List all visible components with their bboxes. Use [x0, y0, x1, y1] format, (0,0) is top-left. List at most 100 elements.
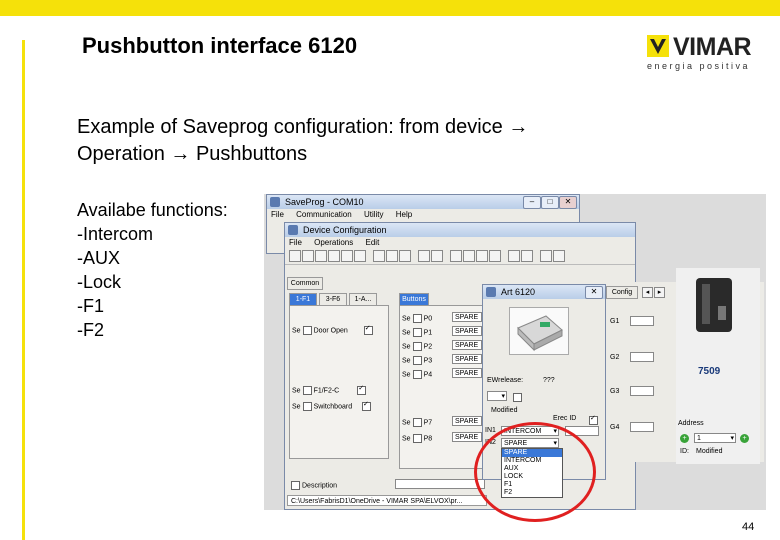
scroll-left-button[interactable]: ◂	[642, 287, 653, 298]
ewrelease-label: EWrelease:	[487, 377, 524, 384]
button-id: P7	[423, 419, 433, 427]
row-checkbox[interactable]	[302, 326, 312, 335]
art-modified-label: Modified	[491, 407, 518, 414]
function-item: -F1	[77, 296, 104, 316]
art-close-button[interactable]: ✕	[585, 286, 603, 299]
vimar-logo: VIMAR energia positiva	[645, 33, 755, 77]
logo-tagline: energia positiva	[647, 61, 751, 71]
file-path-bar: C:\Users\FabrisD1\OneDrive - VIMAR SPA\E…	[287, 495, 487, 506]
button-value-field[interactable]: SPARE	[452, 354, 482, 364]
function-item: -Lock	[77, 272, 122, 292]
paste-icon[interactable]	[399, 250, 411, 262]
description-input[interactable]	[395, 479, 485, 489]
menu-communication[interactable]: Communication	[296, 210, 352, 219]
button-row: Se P0	[402, 314, 433, 323]
confirm-button[interactable]: +	[740, 434, 749, 443]
row-checkbox[interactable]	[412, 434, 422, 443]
settings-icon[interactable]	[521, 250, 533, 262]
art-select[interactable]	[487, 391, 507, 402]
button-value-field[interactable]: SPARE	[452, 340, 482, 350]
minimize-button[interactable]: –	[523, 196, 541, 209]
top-accent-bar	[0, 0, 780, 16]
copy-icon[interactable]	[386, 250, 398, 262]
close-button[interactable]: ✕	[559, 196, 577, 209]
row-label: Se	[292, 327, 301, 335]
row-checkbox[interactable]	[412, 418, 422, 427]
button-row: Se P1	[402, 328, 433, 337]
menu-help[interactable]: Help	[396, 210, 412, 219]
erecid-label: Erec ID	[553, 415, 577, 422]
left-row: Se F1/F2-C	[292, 384, 368, 395]
g-row-field[interactable]	[630, 422, 654, 432]
device-config-title: Device Configuration	[303, 225, 387, 235]
tab-config[interactable]: Config	[606, 286, 638, 299]
row-checkbox[interactable]	[412, 370, 422, 379]
saveprog-menubar: File Communication Utility Help	[267, 209, 579, 220]
erecid-checkbox[interactable]	[589, 414, 598, 425]
tab-common[interactable]: Common	[287, 277, 323, 290]
button-id: P1	[423, 329, 433, 337]
description-checkbox[interactable]	[291, 481, 300, 490]
nav-last-icon[interactable]	[489, 250, 501, 262]
button-row: Se P4	[402, 370, 433, 379]
nav-prev-icon[interactable]	[463, 250, 475, 262]
nav-first-icon[interactable]	[450, 250, 462, 262]
refresh-icon[interactable]	[508, 250, 520, 262]
function-item: -AUX	[77, 248, 121, 268]
config-icon	[288, 225, 298, 235]
g-row-field[interactable]	[630, 352, 654, 362]
maximize-button[interactable]: □	[541, 196, 559, 209]
row-checkbox[interactable]	[412, 356, 422, 365]
button-id: P0	[423, 315, 433, 323]
g-row-label: G3	[610, 388, 620, 395]
address-select[interactable]: 1	[694, 433, 736, 444]
module-icon	[517, 315, 563, 352]
menu-file[interactable]: File	[289, 238, 302, 247]
row-name: Door Open	[313, 327, 348, 335]
intercom-device-icon	[696, 278, 732, 332]
add-button[interactable]: +	[680, 434, 689, 443]
row-enabled-checkbox[interactable]	[357, 384, 367, 395]
button-id: P4	[423, 371, 433, 379]
button-value-field[interactable]: SPARE	[452, 326, 482, 336]
row-enabled-checkbox[interactable]	[363, 324, 373, 335]
button-value-field[interactable]: SPARE	[452, 432, 482, 442]
row-enabled-checkbox[interactable]	[362, 400, 372, 411]
row-checkbox[interactable]	[412, 314, 422, 323]
menu-edit[interactable]: Edit	[366, 238, 380, 247]
g-row-field[interactable]	[630, 316, 654, 326]
new-icon[interactable]	[289, 250, 301, 262]
help-icon[interactable]	[540, 250, 552, 262]
menu-utility[interactable]: Utility	[364, 210, 384, 219]
menu-operations[interactable]: Operations	[314, 238, 353, 247]
button-value-field[interactable]: SPARE	[452, 312, 482, 322]
search-icon[interactable]	[418, 250, 430, 262]
info-icon[interactable]	[553, 250, 565, 262]
button-value-field[interactable]: SPARE	[452, 416, 482, 426]
row-checkbox[interactable]	[302, 386, 312, 395]
scroll-right-button[interactable]: ▸	[654, 287, 665, 298]
save-icon[interactable]	[315, 250, 327, 262]
function-item: -F2	[77, 320, 104, 340]
highlight-circle	[474, 422, 596, 522]
filter-icon[interactable]	[431, 250, 443, 262]
g-row-field[interactable]	[630, 386, 654, 396]
read-icon[interactable]	[341, 250, 353, 262]
row-checkbox[interactable]	[412, 328, 422, 337]
row-checkbox[interactable]	[412, 342, 422, 351]
saveprog-title: SaveProg - COM10	[285, 197, 364, 207]
row-checkbox[interactable]	[302, 402, 312, 411]
art-checkbox[interactable]	[513, 393, 522, 402]
modified-label: Modified	[696, 448, 723, 455]
vimar-logo-icon	[647, 35, 669, 57]
undo-icon[interactable]	[373, 250, 385, 262]
nav-next-icon[interactable]	[476, 250, 488, 262]
row-label: Se	[292, 387, 301, 395]
button-value-field[interactable]: SPARE	[452, 368, 482, 378]
menu-file[interactable]: File	[271, 210, 284, 219]
open-icon[interactable]	[302, 250, 314, 262]
print-icon[interactable]	[328, 250, 340, 262]
row-name: Switchboard	[313, 403, 353, 411]
write-icon[interactable]	[354, 250, 366, 262]
in1-label: IN1	[485, 427, 496, 434]
